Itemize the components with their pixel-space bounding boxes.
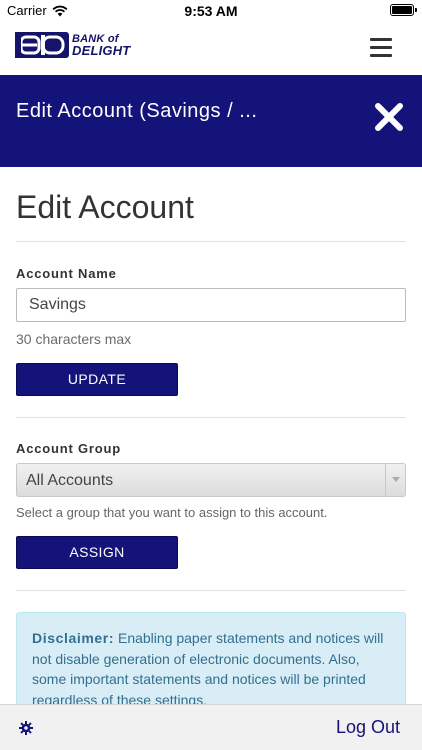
account-group-hint: Select a group that you want to assign t… (16, 505, 328, 520)
select-arrow (385, 464, 405, 496)
hamburger-menu-icon[interactable] (370, 38, 392, 58)
title-banner: Edit Account (Savings / ... (0, 75, 422, 167)
account-group-select[interactable]: All Accounts (16, 463, 406, 497)
divider (16, 241, 406, 242)
page-title: Edit Account (16, 189, 194, 225)
account-group-selected: All Accounts (26, 472, 114, 489)
logo-line-2: DELIGHT (72, 43, 131, 58)
divider (16, 417, 406, 418)
account-group-label: Account Group (16, 441, 122, 456)
account-name-hint: 30 characters max (16, 331, 132, 347)
disclaimer-box: Disclaimer: Enabling paper statements an… (16, 612, 406, 704)
logout-link[interactable]: Log Out (336, 717, 400, 738)
bank-logo-text: BANK of DELIGHT (72, 33, 130, 57)
disclaimer-label: Disclaimer: (32, 630, 115, 646)
main-content: Edit Account Account Name 30 characters … (0, 167, 422, 704)
update-button[interactable]: UPDATE (16, 363, 178, 396)
account-name-input[interactable] (16, 288, 406, 322)
bank-logo-mark-icon (15, 32, 69, 58)
banner-title: Edit Account (Savings / ... (16, 100, 258, 122)
divider (16, 590, 406, 591)
footer-bar: Log Out (0, 704, 422, 750)
battery-icon (390, 4, 417, 16)
status-bar: Carrier 9:53 AM (0, 0, 422, 22)
status-right (390, 4, 417, 16)
account-name-label: Account Name (16, 266, 117, 281)
status-time: 9:53 AM (184, 3, 238, 19)
app-header: BANK of DELIGHT (0, 22, 422, 75)
screen: Carrier 9:53 AM BANK of DELIGHT Edit Acc… (0, 0, 422, 750)
close-icon[interactable] (374, 102, 404, 132)
assign-button[interactable]: ASSIGN (16, 536, 178, 569)
gear-icon[interactable] (19, 721, 33, 735)
bank-logo[interactable]: BANK of DELIGHT (15, 32, 130, 58)
caret-down-icon (391, 477, 400, 482)
